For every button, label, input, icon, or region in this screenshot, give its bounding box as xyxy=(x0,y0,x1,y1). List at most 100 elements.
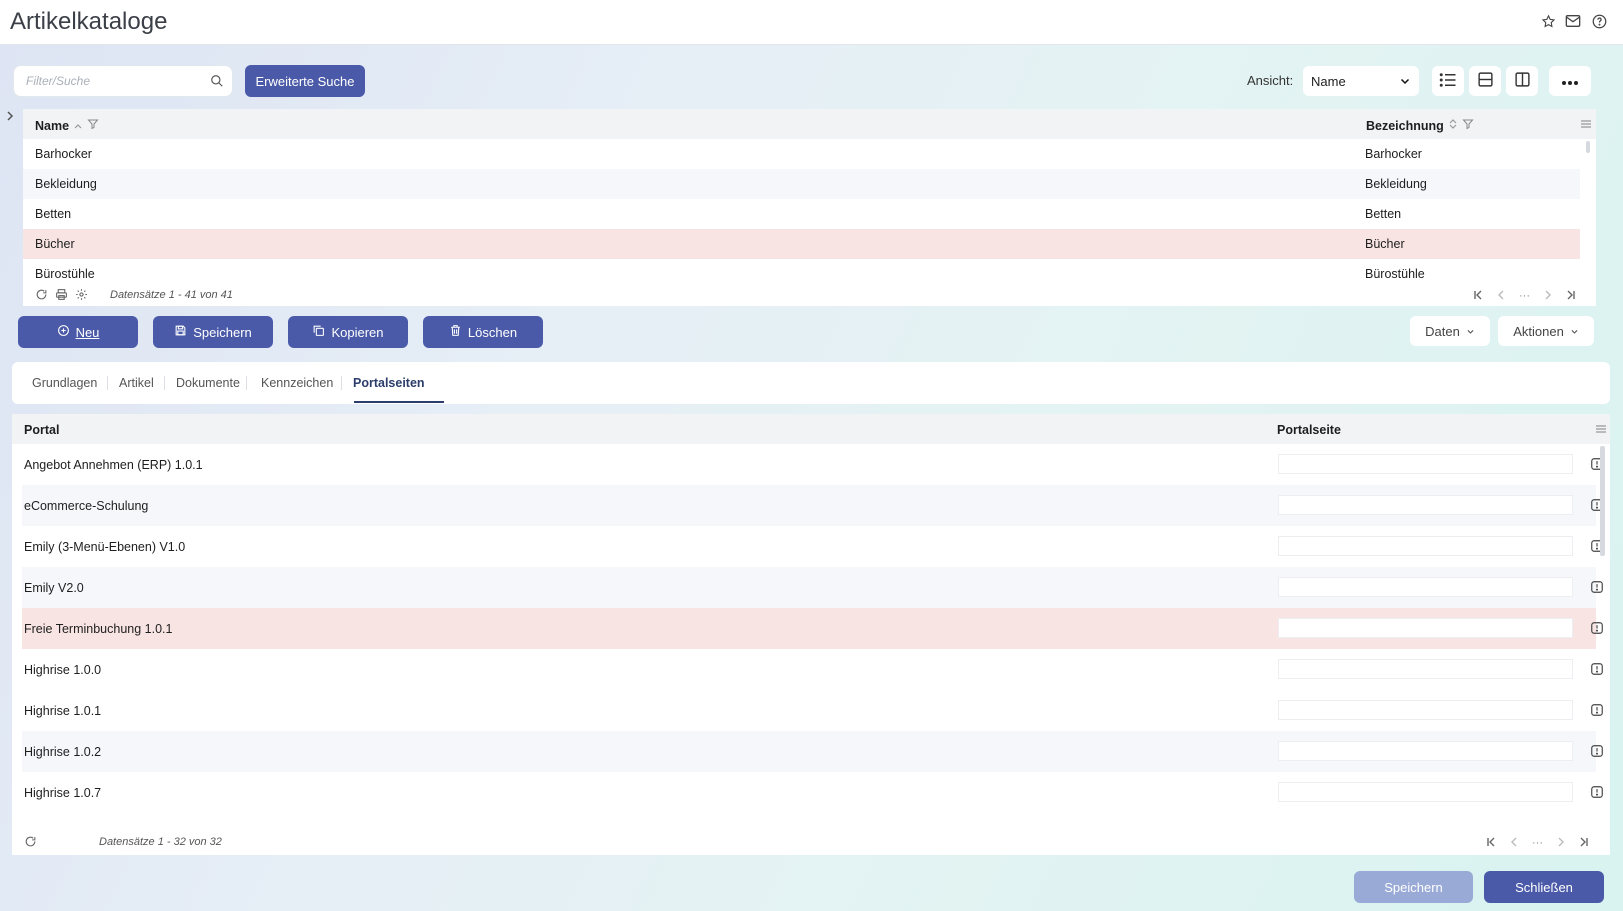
tab-dokumente[interactable]: Dokumente xyxy=(176,376,240,390)
filter-icon[interactable] xyxy=(87,118,99,133)
refresh-icon[interactable] xyxy=(24,835,37,851)
last-page-icon[interactable] xyxy=(1566,288,1576,303)
print-icon[interactable] xyxy=(55,288,68,304)
tab-artikel[interactable]: Artikel xyxy=(119,376,154,390)
split-vertical-icon xyxy=(1514,71,1531,91)
tab-portalseiten[interactable]: Portalseiten xyxy=(353,376,425,390)
cell-name: Betten xyxy=(35,207,72,221)
portalseite-input[interactable] xyxy=(1278,618,1573,638)
star-icon[interactable] xyxy=(1539,12,1557,30)
portalseite-input[interactable] xyxy=(1278,741,1573,761)
split-horizontal-button[interactable] xyxy=(1469,66,1501,96)
cell-portal: eCommerce-Schulung xyxy=(24,499,149,513)
new-button[interactable]: Neu xyxy=(18,316,138,348)
prev-page-icon[interactable] xyxy=(1510,835,1518,850)
prev-page-icon[interactable] xyxy=(1497,288,1505,303)
save-icon xyxy=(174,324,187,340)
table-row-selected[interactable]: Bücher Bücher xyxy=(23,229,1580,259)
table-row[interactable]: Emily V2.0 xyxy=(22,567,1603,608)
info-icon[interactable] xyxy=(1590,621,1604,638)
refresh-icon[interactable] xyxy=(35,288,48,304)
next-page-icon[interactable] xyxy=(1557,835,1565,850)
column-header-portalseite[interactable]: Portalseite xyxy=(1277,423,1341,437)
delete-button[interactable]: Löschen xyxy=(423,316,543,348)
portalseite-input[interactable] xyxy=(1278,454,1573,474)
portalseite-input[interactable] xyxy=(1278,700,1573,720)
more-pages-icon: ··· xyxy=(1532,836,1543,849)
pager: ··· xyxy=(1473,288,1576,303)
table-row[interactable]: Highrise 1.0.1 xyxy=(22,690,1603,731)
close-button[interactable]: Schließen xyxy=(1484,871,1604,903)
footer-save-button[interactable]: Speichern xyxy=(1354,871,1473,903)
portal-grid-header: Portal Portalseite xyxy=(12,414,1610,444)
split-horizontal-icon xyxy=(1477,71,1494,91)
portalseite-input[interactable] xyxy=(1278,659,1573,679)
sort-asc-icon[interactable] xyxy=(73,119,83,133)
search-icon[interactable] xyxy=(210,74,224,91)
view-select[interactable]: Name xyxy=(1303,66,1419,96)
list-view-icon xyxy=(1439,72,1457,91)
table-row-selected[interactable]: Freie Terminbuchung 1.0.1 xyxy=(22,608,1603,649)
table-row[interactable]: eCommerce-Schulung xyxy=(22,485,1603,526)
table-row[interactable]: Emily (3-Menü-Ebenen) V1.0 xyxy=(22,526,1603,567)
chevron-right-icon[interactable] xyxy=(5,110,15,125)
last-page-icon[interactable] xyxy=(1579,835,1589,850)
data-menu-button[interactable]: Daten xyxy=(1410,316,1490,346)
cell-portal: Freie Terminbuchung 1.0.1 xyxy=(24,622,173,636)
pager: ··· xyxy=(1486,835,1589,850)
actions-menu-button[interactable]: Aktionen xyxy=(1498,316,1594,346)
info-icon[interactable] xyxy=(1590,703,1604,720)
column-header-name-label: Name xyxy=(35,118,70,133)
table-row[interactable]: Highrise 1.0.7 xyxy=(22,772,1603,813)
data-menu-label: Daten xyxy=(1425,323,1460,339)
tab-kennzeichen[interactable]: Kennzeichen xyxy=(261,376,333,390)
column-menu-icon[interactable] xyxy=(1595,423,1607,437)
portalseite-input[interactable] xyxy=(1278,577,1573,597)
copy-button[interactable]: Kopieren xyxy=(288,316,408,348)
sort-icon[interactable] xyxy=(1448,118,1458,133)
split-vertical-button[interactable] xyxy=(1506,66,1538,96)
catalog-grid: Name Bezeichnung Barhocker Barhocker Bek… xyxy=(23,109,1596,306)
info-icon[interactable] xyxy=(1590,785,1604,802)
advanced-search-button[interactable]: Erweiterte Suche xyxy=(245,65,365,97)
column-header-bezeichnung-label: Bezeichnung xyxy=(1366,118,1444,133)
tab-grundlagen[interactable]: Grundlagen xyxy=(32,376,97,390)
portalseite-input[interactable] xyxy=(1278,536,1573,556)
portalseite-input[interactable] xyxy=(1278,495,1573,515)
table-row[interactable]: Highrise 1.0.0 xyxy=(22,649,1603,690)
settings-icon[interactable] xyxy=(75,288,88,304)
info-icon[interactable] xyxy=(1590,744,1604,761)
table-row[interactable]: Betten Betten xyxy=(23,199,1580,229)
plus-circle-icon xyxy=(57,324,70,340)
cell-name: Bürostühle xyxy=(35,267,95,281)
search-input[interactable] xyxy=(14,66,194,96)
scrollbar[interactable] xyxy=(1586,141,1590,153)
table-row[interactable]: Barhocker Barhocker xyxy=(23,139,1580,169)
save-button[interactable]: Speichern xyxy=(153,316,273,348)
column-header-name[interactable]: Name xyxy=(35,118,99,133)
portal-grid: Portal Portalseite Angebot Annehmen (ERP… xyxy=(12,414,1610,855)
column-header-portal[interactable]: Portal xyxy=(24,423,59,437)
list-view-button[interactable] xyxy=(1432,66,1464,96)
next-page-icon[interactable] xyxy=(1544,288,1552,303)
info-icon[interactable] xyxy=(1590,662,1604,679)
table-row[interactable]: Bekleidung Bekleidung xyxy=(23,169,1580,199)
first-page-icon[interactable] xyxy=(1473,288,1483,303)
scrollbar[interactable] xyxy=(1600,446,1605,556)
table-row[interactable]: Highrise 1.0.2 xyxy=(22,731,1603,772)
copy-icon xyxy=(312,324,325,340)
filter-icon[interactable] xyxy=(1462,118,1474,133)
column-menu-icon[interactable] xyxy=(1580,118,1592,132)
cell-portal: Emily V2.0 xyxy=(24,581,84,595)
close-button-label: Schließen xyxy=(1515,879,1573,895)
more-button[interactable] xyxy=(1549,66,1591,96)
help-icon[interactable] xyxy=(1590,12,1608,30)
info-icon[interactable] xyxy=(1590,580,1604,597)
column-header-bezeichnung[interactable]: Bezeichnung xyxy=(1366,118,1474,133)
mail-icon[interactable] xyxy=(1564,12,1582,30)
title-bar: Artikelkataloge xyxy=(0,0,1623,45)
chevron-down-icon xyxy=(1570,324,1579,339)
first-page-icon[interactable] xyxy=(1486,835,1496,850)
portalseite-input[interactable] xyxy=(1278,782,1573,802)
table-row[interactable]: Angebot Annehmen (ERP) 1.0.1 xyxy=(22,444,1603,485)
